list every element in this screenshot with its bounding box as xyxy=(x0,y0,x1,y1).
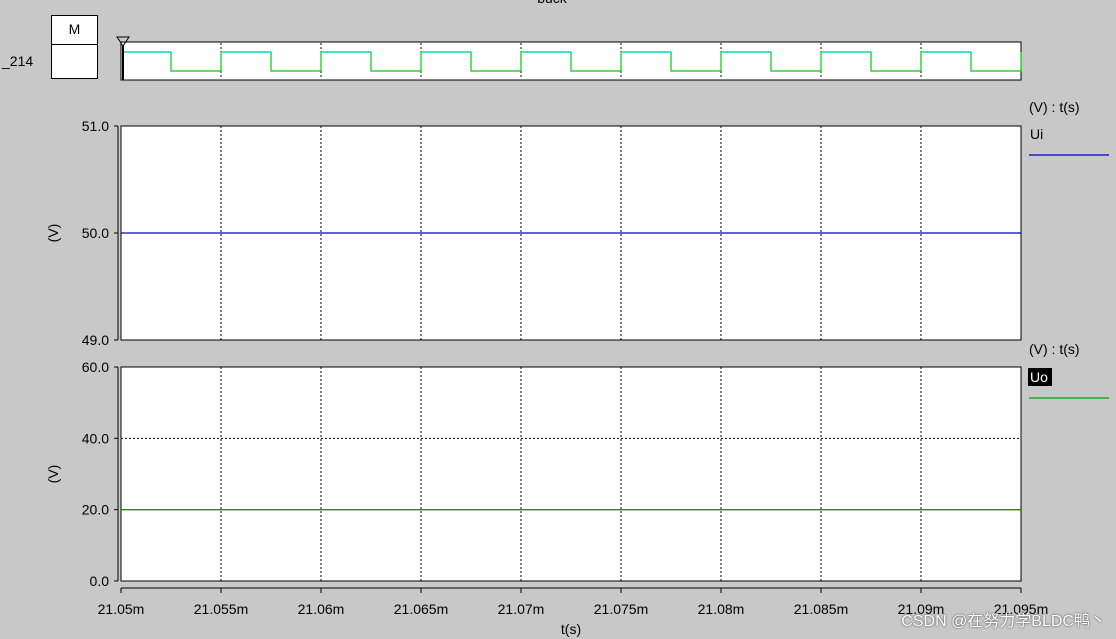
window-title: buck xyxy=(537,0,568,6)
x-axis-label: t(s) xyxy=(561,621,581,637)
y-axis-label: (V) xyxy=(45,224,61,243)
x-tick-label: 21.06m xyxy=(298,601,345,617)
y-tick-label: 0.0 xyxy=(90,573,110,589)
y-tick-label: 20.0 xyxy=(82,502,109,518)
y-tick-label: 51.0 xyxy=(82,118,109,134)
legend-entry-ui: Ui xyxy=(1030,126,1043,142)
plot-area-Uo xyxy=(120,366,1022,582)
x-tick-label: 21.08m xyxy=(698,601,745,617)
x-tick-label: 21.07m xyxy=(498,601,545,617)
y-axis-label: (V) xyxy=(45,465,61,484)
x-tick-label: 21.085m xyxy=(794,601,848,617)
scope-chart[interactable]: buck 49.0 50.0 51.0 (V) (V) : t(s) Ui 0.0 20.0 40… xyxy=(0,0,1116,639)
legend-header: (V) : t(s) xyxy=(1029,99,1080,115)
x-tick-label: 21.065m xyxy=(394,601,448,617)
x-tick-label: 21.075m xyxy=(594,601,648,617)
y-tick-label: 60.0 xyxy=(82,359,109,375)
legend-entry-uo: Uo xyxy=(1030,369,1048,385)
x-tick-label: 21.05m xyxy=(98,601,145,617)
watermark: CSDN @在努力学BLDC鸭丶 xyxy=(901,613,1106,630)
y-tick-label: 50.0 xyxy=(82,225,109,241)
legend-header: (V) : t(s) xyxy=(1029,341,1080,357)
x-tick-label: 21.055m xyxy=(194,601,248,617)
y-tick-label: 49.0 xyxy=(82,332,109,348)
y-tick-label: 40.0 xyxy=(82,430,109,446)
